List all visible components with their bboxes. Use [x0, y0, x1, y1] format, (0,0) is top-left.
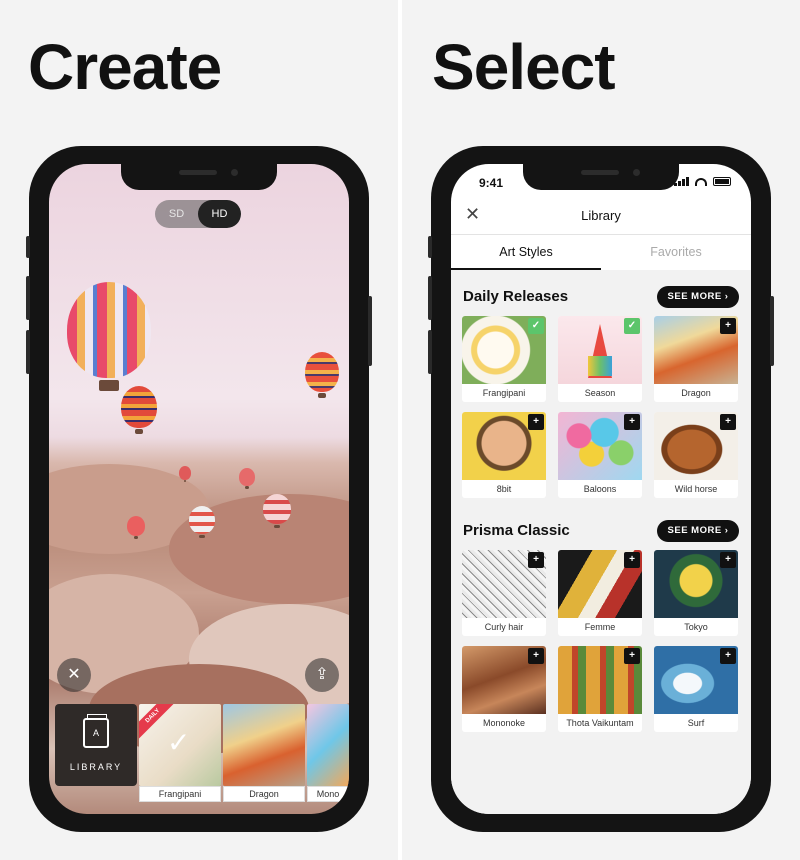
create-headline: Create — [28, 31, 222, 103]
style-card-frangipani[interactable]: ✓ Frangipani — [462, 316, 546, 402]
library-icon: A — [83, 714, 109, 748]
style-card-tokyo[interactable]: + Tokyo — [654, 550, 738, 636]
mute-switch — [428, 236, 432, 258]
quality-toggle[interactable]: SD HD — [155, 200, 241, 228]
style-card-baloons[interactable]: + Baloons — [558, 412, 642, 498]
select-headline: Select — [432, 31, 616, 103]
add-icon[interactable]: + — [720, 318, 736, 334]
style-card-femme[interactable]: + Femme — [558, 550, 642, 636]
style-tray: A LIBRARY DAILY ✓ Frangipani Dragon Mono — [49, 704, 349, 814]
notch — [121, 164, 277, 190]
tree-colors — [588, 356, 612, 376]
create-panel: Create SD HD ✕ ⇪ A LIBRARY DAILY ✓ Frang… — [0, 0, 398, 860]
section-title-prisma-classic: Prisma Classic — [463, 522, 570, 539]
add-icon[interactable]: + — [528, 414, 544, 430]
style-card-surf[interactable]: + Surf — [654, 646, 738, 732]
add-icon[interactable]: + — [720, 648, 736, 664]
status-time: 9:41 — [479, 176, 504, 190]
library-tabs: Art Styles Favorites — [451, 234, 751, 270]
wifi-icon — [695, 177, 707, 186]
phone-frame: 9:41 ✕ Library Art Styles Favorites Dail… — [428, 146, 774, 832]
hd-option[interactable]: HD — [198, 200, 241, 228]
style-name: Mononoke — [482, 718, 526, 728]
selected-check-icon: ✓ — [167, 727, 191, 758]
style-card-mononoke[interactable]: + Mononoke — [462, 646, 546, 732]
style-card-thota-vaikuntam[interactable]: + Thota Vaikuntam — [558, 646, 642, 732]
style-name: Tokyo — [684, 622, 708, 632]
style-thumb-frangipani[interactable]: DAILY ✓ — [139, 704, 221, 786]
style-thumb-dragon[interactable] — [223, 704, 305, 786]
library-screen: 9:41 ✕ Library Art Styles Favorites Dail… — [451, 164, 751, 814]
hot-air-balloon — [189, 506, 215, 538]
add-icon[interactable]: + — [720, 552, 736, 568]
power-button — [368, 296, 372, 366]
hot-air-balloon — [239, 468, 255, 489]
select-panel: Select 9:41 ✕ Library Art Styles Favorit… — [402, 0, 800, 860]
hot-air-balloon — [121, 386, 157, 434]
page-title: Library — [581, 208, 621, 223]
phone-frame: SD HD ✕ ⇪ A LIBRARY DAILY ✓ Frangipani D… — [26, 146, 372, 832]
close-button[interactable]: ✕ — [57, 658, 91, 692]
share-icon: ⇪ — [315, 666, 329, 683]
sd-option[interactable]: SD — [155, 200, 198, 228]
library-label: LIBRARY — [69, 762, 123, 772]
style-name: Season — [584, 388, 616, 398]
style-thumb-mono[interactable] — [307, 704, 349, 786]
volume-down-button — [26, 330, 30, 374]
style-name-dragon: Dragon — [223, 786, 305, 802]
notch — [523, 164, 679, 190]
add-icon[interactable]: + — [528, 552, 544, 568]
share-button[interactable]: ⇪ — [305, 658, 339, 692]
tab-art-styles[interactable]: Art Styles — [451, 235, 601, 270]
style-card-season[interactable]: ✓ Season — [558, 316, 642, 402]
style-card-wild-horse[interactable]: + Wild horse — [654, 412, 738, 498]
style-name-frangipani: Frangipani — [139, 786, 221, 802]
hot-air-balloon — [305, 352, 339, 398]
add-icon[interactable]: + — [624, 648, 640, 664]
volume-up-button — [428, 276, 432, 320]
hot-air-balloon — [127, 516, 145, 539]
library-content: Daily Releases SEE MORE › ✓ Frangipani ✓… — [451, 270, 751, 814]
power-button — [770, 296, 774, 366]
status-indicators — [674, 177, 731, 186]
volume-down-button — [428, 330, 432, 374]
library-button[interactable]: A LIBRARY — [55, 704, 137, 786]
style-name: Wild horse — [674, 484, 718, 494]
style-name: Surf — [687, 718, 705, 728]
see-more-button[interactable]: SEE MORE › — [657, 286, 739, 308]
style-card-curly-hair[interactable]: + Curly hair — [462, 550, 546, 636]
style-card-dragon[interactable]: + Dragon — [654, 316, 738, 402]
volume-up-button — [26, 276, 30, 320]
downloaded-check-icon: ✓ — [528, 318, 544, 334]
see-more-button[interactable]: SEE MORE › — [657, 520, 739, 542]
add-icon[interactable]: + — [720, 414, 736, 430]
add-icon[interactable]: + — [528, 648, 544, 664]
library-header: ✕ Library — [451, 200, 751, 234]
hot-air-balloon — [263, 494, 291, 529]
add-icon[interactable]: + — [624, 552, 640, 568]
mute-switch — [26, 236, 30, 258]
style-name-mono: Mono — [307, 786, 349, 802]
downloaded-check-icon: ✓ — [624, 318, 640, 334]
style-name: 8bit — [496, 484, 512, 494]
style-name: Femme — [584, 622, 616, 632]
hot-air-balloon — [67, 282, 151, 392]
section-title-daily-releases: Daily Releases — [463, 288, 569, 305]
library-icon-letter: A — [92, 728, 99, 738]
close-icon: ✕ — [67, 666, 81, 683]
style-name: Thota Vaikuntam — [566, 718, 634, 728]
camera-screen: SD HD ✕ ⇪ A LIBRARY DAILY ✓ Frangipani D… — [49, 164, 349, 814]
add-icon[interactable]: + — [624, 414, 640, 430]
style-name: Frangipani — [482, 388, 526, 398]
style-name: Baloons — [583, 484, 617, 494]
style-name: Dragon — [681, 388, 711, 398]
style-name: Curly hair — [484, 622, 524, 632]
battery-icon — [713, 177, 731, 186]
tab-favorites[interactable]: Favorites — [601, 235, 751, 270]
hot-air-balloon — [179, 466, 191, 482]
style-card-8bit[interactable]: + 8bit — [462, 412, 546, 498]
